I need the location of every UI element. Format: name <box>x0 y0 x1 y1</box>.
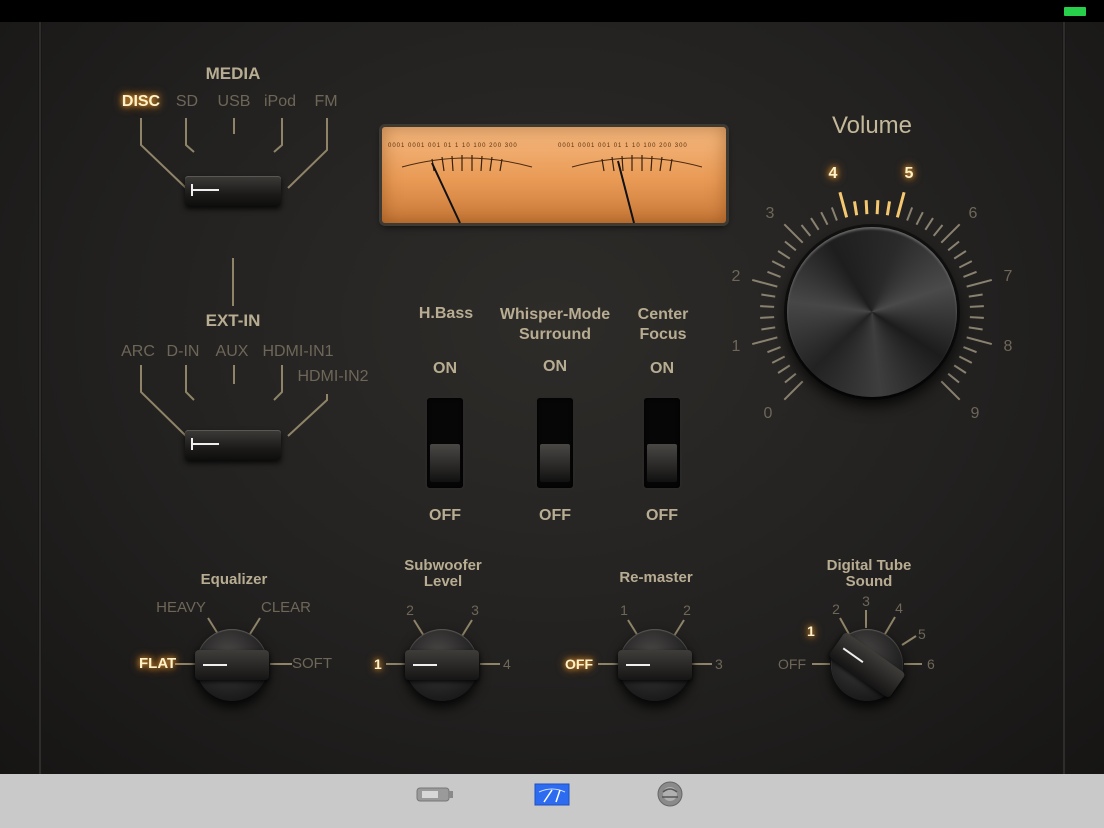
volume-tick <box>963 270 977 278</box>
volume-tick <box>953 250 967 260</box>
volume-mark-4: 4 <box>828 165 838 182</box>
volume-tick <box>963 346 977 354</box>
equalizer-title: Equalizer <box>200 571 268 588</box>
digital-tube-option-5[interactable]: 5 <box>918 626 926 642</box>
volume-tick <box>940 223 961 244</box>
volume-tick <box>760 305 775 308</box>
remaster-knob[interactable] <box>618 629 692 701</box>
volume-mark-6: 6 <box>968 205 978 222</box>
volume-mark-0: 0 <box>763 405 773 422</box>
volume-tick <box>895 191 906 218</box>
remaster-option-off[interactable]: OFF <box>565 656 593 672</box>
subwoofer-option-1[interactable]: 1 <box>374 656 382 672</box>
volume-scale <box>751 191 993 401</box>
volume-tick <box>875 200 880 215</box>
volume-tick <box>958 260 973 269</box>
remaster-option-2[interactable]: 2 <box>683 602 691 618</box>
knob-bar <box>828 631 906 699</box>
volume-tick <box>810 217 820 231</box>
volume-tick <box>800 224 812 237</box>
digital-tube-option-1[interactable]: 1 <box>807 623 815 639</box>
subwoofer-option-3[interactable]: 3 <box>471 602 479 618</box>
volume-tick <box>966 278 993 288</box>
knob-indicator <box>203 664 227 666</box>
remaster-option-1[interactable]: 1 <box>620 602 628 618</box>
remaster-title: Re-master <box>619 569 693 586</box>
digital-tube-option-6[interactable]: 6 <box>927 656 935 672</box>
volume-tick <box>947 372 960 384</box>
knob-bar <box>195 650 269 680</box>
volume-tick <box>761 293 776 298</box>
volume-tick <box>784 372 797 384</box>
volume-tick <box>767 346 781 354</box>
digital-tube-knob[interactable] <box>828 629 906 701</box>
digital-tube-title: Digital Tube Sound <box>826 557 912 590</box>
digital-tube-option-off[interactable]: OFF <box>778 656 806 672</box>
volume-tick <box>820 211 829 226</box>
volume-tick <box>968 326 983 331</box>
volume-mark-9: 9 <box>970 405 980 422</box>
volume-tick <box>760 316 775 319</box>
knob-bar <box>405 650 479 680</box>
digital-tube-option-4[interactable]: 4 <box>895 600 903 616</box>
equalizer-option-clear[interactable]: CLEAR <box>261 599 311 616</box>
knob-indicator <box>842 647 864 663</box>
volume-tick <box>838 191 849 218</box>
volume-tick <box>915 211 924 226</box>
volume-tick <box>968 293 983 298</box>
volume-tick <box>940 380 961 401</box>
volume-tick <box>958 355 973 364</box>
digital-tube-option-3[interactable]: 3 <box>862 593 870 609</box>
equalizer-option-soft[interactable]: SOFT <box>292 655 332 672</box>
volume-tick <box>906 207 914 221</box>
equalizer-option-heavy[interactable]: HEAVY <box>156 599 206 616</box>
tab-settings-disc[interactable] <box>650 780 694 810</box>
volume-tick <box>771 355 786 364</box>
volume-mark-2: 2 <box>731 268 741 285</box>
knob-bar <box>618 650 692 680</box>
volume-tick <box>924 217 934 231</box>
volume-mark-1: 1 <box>731 338 741 355</box>
volume-mark-5: 5 <box>904 165 914 182</box>
volume-tick <box>864 200 869 215</box>
meter-icon <box>534 783 570 806</box>
tab-meter[interactable] <box>532 780 576 810</box>
volume-mark-3: 3 <box>765 205 775 222</box>
volume-tick <box>783 223 804 244</box>
volume-tick <box>969 316 984 319</box>
volume-knob[interactable] <box>787 227 957 397</box>
subwoofer-title: Subwoofer Level <box>404 557 482 590</box>
digital-tube-option-2[interactable]: 2 <box>832 601 840 617</box>
settings-disc-icon <box>657 781 683 807</box>
volume-tick <box>761 326 776 331</box>
volume-tick <box>777 364 791 374</box>
volume-tick <box>852 201 859 216</box>
volume-tick <box>777 250 791 260</box>
device-icon <box>416 787 453 802</box>
volume-tick <box>953 364 967 374</box>
volume-tick <box>751 336 778 346</box>
volume-tick <box>969 305 984 308</box>
remaster-option-3[interactable]: 3 <box>715 656 723 672</box>
volume-tick <box>830 207 838 221</box>
volume-tick <box>947 240 960 252</box>
subwoofer-knob[interactable] <box>405 629 479 701</box>
volume-tick <box>932 224 944 237</box>
volume-tick <box>767 270 781 278</box>
knob-indicator <box>413 664 437 666</box>
subwoofer-option-4[interactable]: 4 <box>503 656 511 672</box>
equalizer-option-flat[interactable]: FLAT <box>139 655 176 672</box>
volume-tick <box>771 260 786 269</box>
volume-mark-7: 7 <box>1003 268 1013 285</box>
volume-tick <box>783 380 804 401</box>
knob-indicator <box>626 664 650 666</box>
volume-tick <box>784 240 797 252</box>
subwoofer-option-2[interactable]: 2 <box>406 602 414 618</box>
tab-device[interactable] <box>412 780 456 810</box>
volume-tick <box>885 201 892 216</box>
volume-tick <box>751 278 778 288</box>
volume-tick <box>966 336 993 346</box>
volume-mark-8: 8 <box>1003 338 1013 355</box>
equalizer-knob[interactable] <box>195 629 269 701</box>
